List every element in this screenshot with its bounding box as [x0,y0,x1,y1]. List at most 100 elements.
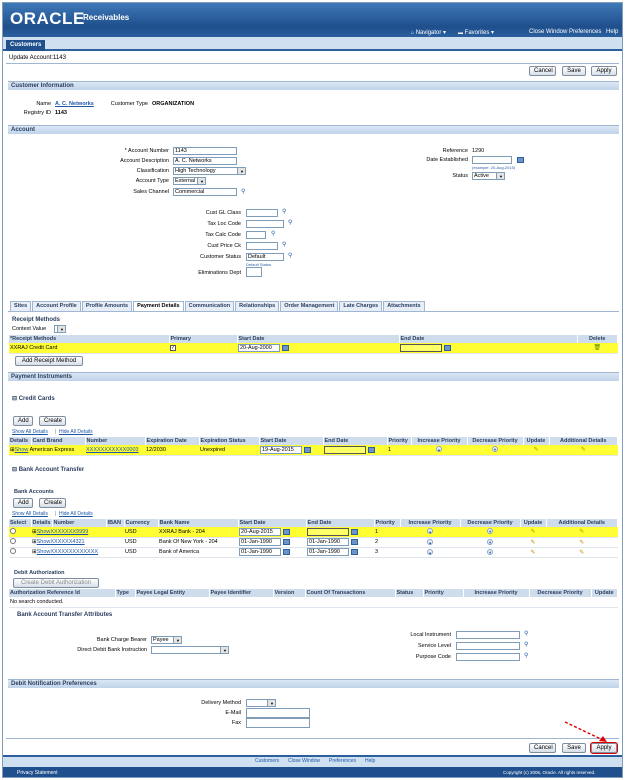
footer-link-preferences[interactable]: Preferences [329,758,356,764]
create-bank-account-button[interactable]: Create [39,498,66,508]
primary-checkbox[interactable]: ✓ [170,344,176,351]
start-date-input[interactable]: 01-Jan-1990 [239,548,282,556]
tax-calc-code-input[interactable] [246,231,266,239]
classification-select[interactable]: High Technology ▼ [173,167,246,175]
search-icon[interactable]: ⚲ [524,653,530,659]
apply-button[interactable]: Apply [591,66,617,76]
account-description-input[interactable]: A. C. Networks [173,157,237,165]
tab-late-charges[interactable]: Late Charges [339,301,383,311]
pencil-icon[interactable]: ✎ [533,447,538,453]
calendar-icon[interactable] [283,539,291,545]
local-instrument-input[interactable] [456,631,520,639]
show-details-link[interactable]: Show [37,539,51,545]
search-icon[interactable]: ⚲ [524,642,530,648]
tab-attachments[interactable]: Attachments [383,301,425,311]
start-date-input[interactable]: 20-Aug-2015 [239,527,282,536]
end-date-input[interactable] [400,343,442,352]
show-details-link[interactable]: Show [37,529,51,535]
end-date-input[interactable]: 01-Jan-1990 [307,548,350,556]
show-all-details-link[interactable]: Show All Details [12,429,48,435]
tab-profile-amounts[interactable]: Profile Amounts [81,301,133,311]
pencil-icon[interactable]: ✎ [531,529,536,535]
footer-link-close-window[interactable]: Close Window [288,758,320,764]
show-all-details-link[interactable]: Show All Details [12,511,48,517]
account-number-link[interactable]: XXXXXXXXXXXXX [50,549,98,555]
end-date-input[interactable]: 01-Jan-1990 [307,538,350,546]
cust-price-ck-input[interactable] [246,242,278,250]
add-bank-account-button[interactable]: Add [13,498,33,508]
show-details-link[interactable]: Show [37,549,51,555]
cancel-button[interactable]: Cancel [529,743,556,753]
pencil-icon[interactable]: ✎ [531,550,536,556]
search-icon[interactable]: ⚲ [288,220,294,226]
account-number-input[interactable]: 1143 [173,147,237,155]
select-radio[interactable] [10,538,16,544]
tab-relationships[interactable]: Relationships [235,301,280,311]
hide-all-details-link[interactable]: Hide All Details [59,511,93,517]
increase-priority-icon[interactable]: ▲ [436,446,442,453]
date-established-input[interactable] [472,156,512,164]
calendar-icon[interactable] [283,528,291,535]
tab-order-management[interactable]: Order Management [280,301,339,311]
create-credit-card-button[interactable]: Create [39,416,66,426]
customer-name-link[interactable]: A. C. Networks [55,101,94,107]
customer-status-input[interactable]: Default [246,253,284,261]
pencil-icon[interactable]: ✎ [579,550,584,556]
calendar-icon[interactable] [444,344,451,351]
calendar-icon[interactable] [368,446,375,453]
select-radio[interactable] [10,548,16,554]
navigator-menu[interactable]: ⌂ Navigator ▾ [411,29,446,36]
cancel-button[interactable]: Cancel [529,66,556,76]
preferences-link[interactable]: Preferences [569,29,601,35]
calendar-icon[interactable] [351,549,359,555]
search-icon[interactable]: ⚲ [288,253,294,259]
eliminations-dept-input[interactable] [246,267,262,277]
pencil-icon[interactable]: ✎ [579,529,584,535]
decrease-priority-icon[interactable]: ▼ [492,446,498,453]
decrease-priority-icon[interactable]: ▼ [487,538,494,545]
trash-icon[interactable]: 🗑 [593,345,601,351]
end-date-input[interactable] [307,527,350,536]
search-icon[interactable]: ⚲ [271,231,277,237]
start-date-input[interactable]: 01-Jan-1990 [239,538,282,546]
search-icon[interactable]: ⚲ [241,189,247,195]
end-date-input[interactable] [324,445,366,454]
pencil-icon[interactable]: ✎ [531,540,536,546]
pencil-icon[interactable]: ✎ [581,447,586,453]
start-date-input[interactable]: 20-Aug-2000 [238,343,280,352]
show-details-link[interactable]: Show [15,447,29,453]
tab-account-profile[interactable]: Account Profile [32,301,81,311]
increase-priority-icon[interactable]: ▲ [427,528,434,535]
account-type-select[interactable]: External ▼ [173,177,206,185]
calendar-icon[interactable] [351,528,359,535]
add-receipt-method-button[interactable]: Add Receipt Method [15,356,83,366]
sales-channel-input[interactable]: Commercial [173,188,237,196]
footer-link-help[interactable]: Help [365,758,375,764]
cust-gl-class-input[interactable] [246,209,278,217]
service-level-input[interactable] [456,642,520,650]
calendar-icon[interactable] [304,446,311,453]
receipt-method-cell[interactable]: XXRAJ Credit Card [9,343,169,354]
fax-input[interactable] [246,718,310,728]
delivery-method-select[interactable]: ▼ [246,699,276,707]
start-date-input[interactable]: 19-Aug-2015 [260,445,302,454]
increase-priority-icon[interactable]: ▲ [427,548,434,555]
search-icon[interactable]: ⚲ [524,631,530,637]
calendar-icon[interactable] [283,549,291,555]
purpose-code-input[interactable] [456,653,520,661]
increase-priority-icon[interactable]: ▲ [427,538,434,545]
close-window-link[interactable]: Close Window [529,29,567,35]
pencil-icon[interactable]: ✎ [579,540,584,546]
tax-loc-code-input[interactable] [246,220,284,228]
tab-communication[interactable]: Communication [184,301,235,311]
tab-sites[interactable]: Sites [10,301,32,311]
email-input[interactable] [246,708,310,718]
search-icon[interactable]: ⚲ [282,242,288,248]
add-credit-card-button[interactable]: Add [13,416,33,426]
bank-charge-bearer-select[interactable]: Payee ▼ [151,636,182,644]
footer-link-customers[interactable]: Customers [255,758,279,764]
status-select[interactable]: Active ▼ [472,172,505,180]
calendar-icon[interactable] [517,157,524,163]
account-number-link[interactable]: XXXXXX4321 [50,539,84,545]
tab-payment-details[interactable]: Payment Details [133,301,184,311]
